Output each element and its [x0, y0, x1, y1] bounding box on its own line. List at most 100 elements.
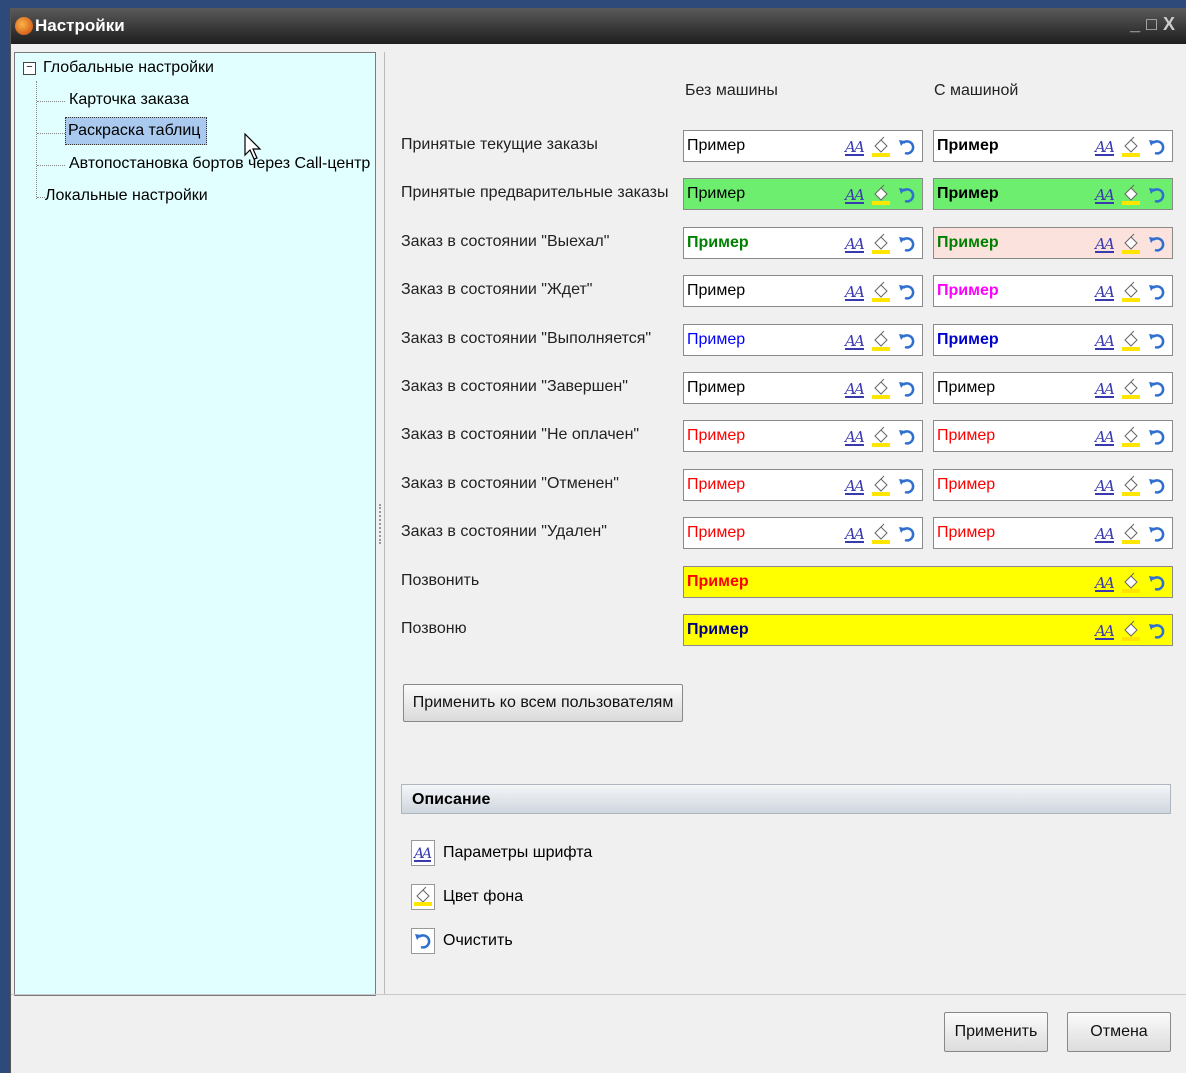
legend-font-label: Параметры шрифта	[443, 844, 593, 861]
tree-node-order-card[interactable]: Карточка заказа	[69, 87, 189, 113]
font-icon[interactable]: AA	[1094, 620, 1116, 642]
paint-bucket-icon[interactable]	[1120, 330, 1142, 352]
sample-text: Пример	[687, 137, 746, 154]
undo-icon[interactable]	[1146, 330, 1168, 352]
close-button[interactable]: X	[1163, 14, 1181, 34]
paint-bucket-icon[interactable]	[870, 426, 892, 448]
sample-without-car: Пример A A	[683, 226, 923, 259]
undo-icon[interactable]	[1146, 572, 1168, 594]
sample-without-car: Пример A A	[683, 323, 923, 356]
undo-icon[interactable]	[1146, 523, 1168, 545]
font-icon[interactable]: AA	[1094, 475, 1116, 497]
font-icon[interactable]: AA	[1094, 281, 1116, 303]
font-icon[interactable]: AA	[1094, 426, 1116, 448]
font-icon[interactable]: AA	[1094, 330, 1116, 352]
paint-bucket-icon[interactable]	[1120, 281, 1142, 303]
paint-bucket-icon[interactable]	[870, 233, 892, 255]
paint-bucket-icon[interactable]	[870, 330, 892, 352]
undo-icon[interactable]	[1146, 184, 1168, 206]
font-icon[interactable]: AA	[844, 233, 866, 255]
undo-icon[interactable]	[1146, 378, 1168, 400]
paint-bucket-icon[interactable]	[1120, 523, 1142, 545]
sample-with-car: Пример A A	[933, 420, 1173, 453]
paint-bucket-icon[interactable]	[1120, 426, 1142, 448]
tree-connector	[37, 165, 65, 166]
undo-icon[interactable]	[1146, 136, 1168, 158]
cancel-button[interactable]: Отмена	[1067, 1012, 1171, 1052]
font-icon[interactable]: AA	[1094, 184, 1116, 206]
undo-icon[interactable]	[896, 378, 918, 400]
font-icon[interactable]: AA	[844, 330, 866, 352]
minimize-button[interactable]: _	[1130, 14, 1146, 34]
undo-icon[interactable]	[1146, 475, 1168, 497]
font-icon[interactable]: AA	[844, 475, 866, 497]
row-label: Заказ в состоянии "Выполняется"	[401, 329, 652, 347]
font-icon[interactable]: AA	[1094, 523, 1116, 545]
legend-clear-label: Очистить	[443, 932, 513, 949]
apply-to-all-users-button[interactable]: Применить ко всем пользователям	[403, 684, 683, 722]
row-label: Заказ в состоянии "Выехал"	[401, 232, 610, 250]
font-icon[interactable]: AA	[844, 281, 866, 303]
font-icon[interactable]: AA	[844, 136, 866, 158]
undo-icon[interactable]	[1146, 233, 1168, 255]
undo-icon[interactable]	[896, 184, 918, 206]
undo-icon[interactable]	[896, 330, 918, 352]
paint-bucket-icon[interactable]	[1120, 475, 1142, 497]
paint-bucket-icon[interactable]	[1120, 378, 1142, 400]
font-icon[interactable]: AA	[844, 523, 866, 545]
paint-bucket-icon[interactable]	[870, 523, 892, 545]
sample-text: Пример	[687, 330, 746, 348]
splitter-handle[interactable]	[377, 52, 383, 996]
paint-bucket-icon[interactable]	[870, 184, 892, 206]
svg-text:A: A	[1102, 380, 1115, 398]
svg-text:A: A	[420, 846, 432, 862]
row-label: Позвоню	[401, 620, 467, 637]
svg-text:A: A	[1102, 574, 1115, 592]
paint-bucket-icon[interactable]	[1120, 572, 1142, 594]
tree-node-auto-dispatch[interactable]: Автопостановка бортов через Call-центр	[69, 151, 370, 177]
paint-bucket-icon	[411, 884, 435, 910]
font-icon: AA	[411, 840, 435, 866]
undo-icon[interactable]	[1146, 281, 1168, 303]
svg-text:A: A	[1102, 235, 1115, 253]
paint-bucket-icon[interactable]	[870, 136, 892, 158]
font-icon[interactable]: AA	[1094, 378, 1116, 400]
tree-node-local-settings[interactable]: Локальные настройки	[45, 183, 208, 209]
sample-with-car: Пример A A	[933, 323, 1173, 356]
undo-icon[interactable]	[896, 475, 918, 497]
title-bar: Настройки _□X	[11, 8, 1186, 44]
tree-node-global-settings[interactable]: Глобальные настройки	[43, 55, 214, 81]
svg-text:A: A	[1102, 525, 1115, 543]
paint-bucket-icon[interactable]	[1120, 233, 1142, 255]
font-icon[interactable]: AA	[1094, 572, 1116, 594]
tree-node-table-coloring[interactable]: Раскраска таблиц	[65, 117, 208, 145]
font-icon[interactable]: AA	[1094, 233, 1116, 255]
paint-bucket-icon[interactable]	[870, 281, 892, 303]
undo-icon[interactable]	[896, 233, 918, 255]
tree-connector	[37, 133, 65, 134]
undo-icon[interactable]	[896, 523, 918, 545]
font-icon[interactable]: AA	[1094, 136, 1116, 158]
undo-icon[interactable]	[1146, 426, 1168, 448]
font-icon[interactable]: AA	[844, 184, 866, 206]
apply-button[interactable]: Применить	[944, 1012, 1048, 1052]
font-icon[interactable]: AA	[844, 378, 866, 400]
row-label: Заказ в состоянии "Не оплачен"	[401, 426, 640, 444]
maximize-button[interactable]: □	[1146, 14, 1163, 34]
paint-bucket-icon[interactable]	[1120, 620, 1142, 642]
paint-bucket-icon[interactable]	[870, 475, 892, 497]
undo-icon[interactable]	[1146, 620, 1168, 642]
paint-bucket-icon[interactable]	[1120, 184, 1142, 206]
undo-icon[interactable]	[896, 426, 918, 448]
paint-bucket-icon[interactable]	[1120, 136, 1142, 158]
window-controls: _□X	[1130, 14, 1181, 35]
undo-icon[interactable]	[896, 136, 918, 158]
paint-bucket-icon[interactable]	[870, 378, 892, 400]
app-icon	[15, 17, 33, 35]
sample-without-car: Пример A A	[683, 517, 923, 550]
svg-text:A: A	[1102, 138, 1115, 156]
collapse-toggle[interactable]: −	[23, 62, 36, 75]
font-icon[interactable]: AA	[844, 426, 866, 448]
sample-text: Пример	[687, 282, 746, 300]
undo-icon[interactable]	[896, 281, 918, 303]
